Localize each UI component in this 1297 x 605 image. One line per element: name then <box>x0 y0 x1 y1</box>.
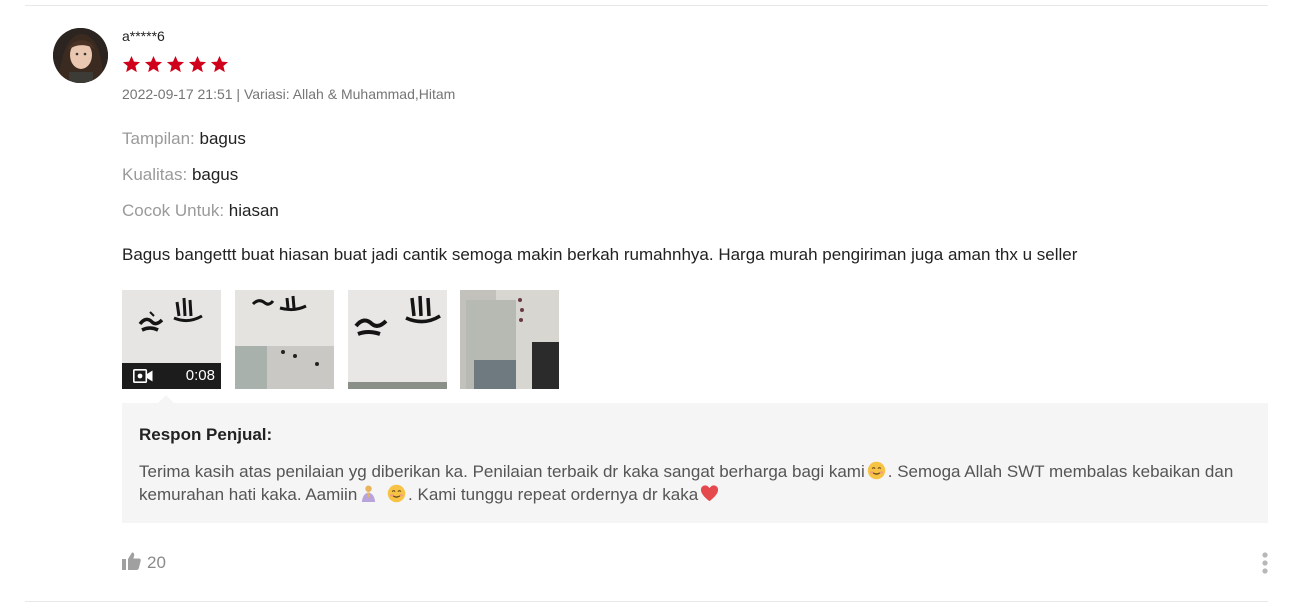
attribute-tampilan: Tampilan: bagus <box>122 129 246 149</box>
attribute-label: Kualitas: <box>122 165 188 184</box>
like-count: 20 <box>147 553 166 572</box>
top-divider <box>25 5 1268 6</box>
attribute-label: Tampilan: <box>122 129 195 148</box>
smiling-face-icon <box>867 461 885 480</box>
star-icon <box>144 55 163 73</box>
reviewer-username: a*****6 <box>122 28 165 44</box>
seller-response: Respon Penjual: Terima kasih atas penila… <box>122 403 1268 523</box>
photo-thumbnail[interactable] <box>348 290 447 389</box>
attribute-value: hiasan <box>228 201 279 220</box>
star-icon <box>166 55 185 73</box>
avatar[interactable] <box>53 28 108 83</box>
thumbs-up-icon[interactable] <box>122 552 141 570</box>
review-comment: Bagus bangettt buat hiasan buat jadi can… <box>122 245 1078 264</box>
seller-response-text-part: Terima kasih atas penilaian yg diberikan… <box>139 462 865 481</box>
review-meta: 2022-09-17 21:51 | Variasi: Allah & Muha… <box>122 86 456 102</box>
rating-stars <box>122 55 229 74</box>
photo-thumbnail[interactable] <box>235 290 334 389</box>
more-vertical-icon[interactable] <box>1261 551 1269 575</box>
star-icon <box>210 55 229 73</box>
attribute-value: bagus <box>191 165 239 184</box>
video-duration: 0:08 <box>185 367 215 384</box>
seller-response-title: Respon Penjual: <box>139 425 273 444</box>
video-camera-icon <box>133 369 153 383</box>
seller-response-text: Terima kasih atas penilaian yg diberikan… <box>139 460 1259 506</box>
seller-response-text-part: . Kami tunggu repeat ordernya dr kaka <box>408 485 699 504</box>
attribute-cocok-untuk: Cocok Untuk: hiasan <box>122 201 279 221</box>
smiling-face-icon <box>387 484 406 503</box>
bottom-divider <box>25 601 1268 602</box>
star-icon <box>122 55 141 73</box>
attribute-kualitas: Kualitas: bagus <box>122 165 238 185</box>
attribute-label: Cocok Untuk: <box>122 201 225 220</box>
star-icon <box>188 55 207 73</box>
attribute-value: bagus <box>199 129 246 148</box>
praying-person-icon <box>362 485 376 503</box>
red-heart-icon <box>701 485 719 502</box>
photo-thumbnail[interactable] <box>460 290 559 389</box>
video-thumbnail[interactable]: 0:08 <box>122 290 221 389</box>
video-overlay: 0:08 <box>122 363 221 389</box>
